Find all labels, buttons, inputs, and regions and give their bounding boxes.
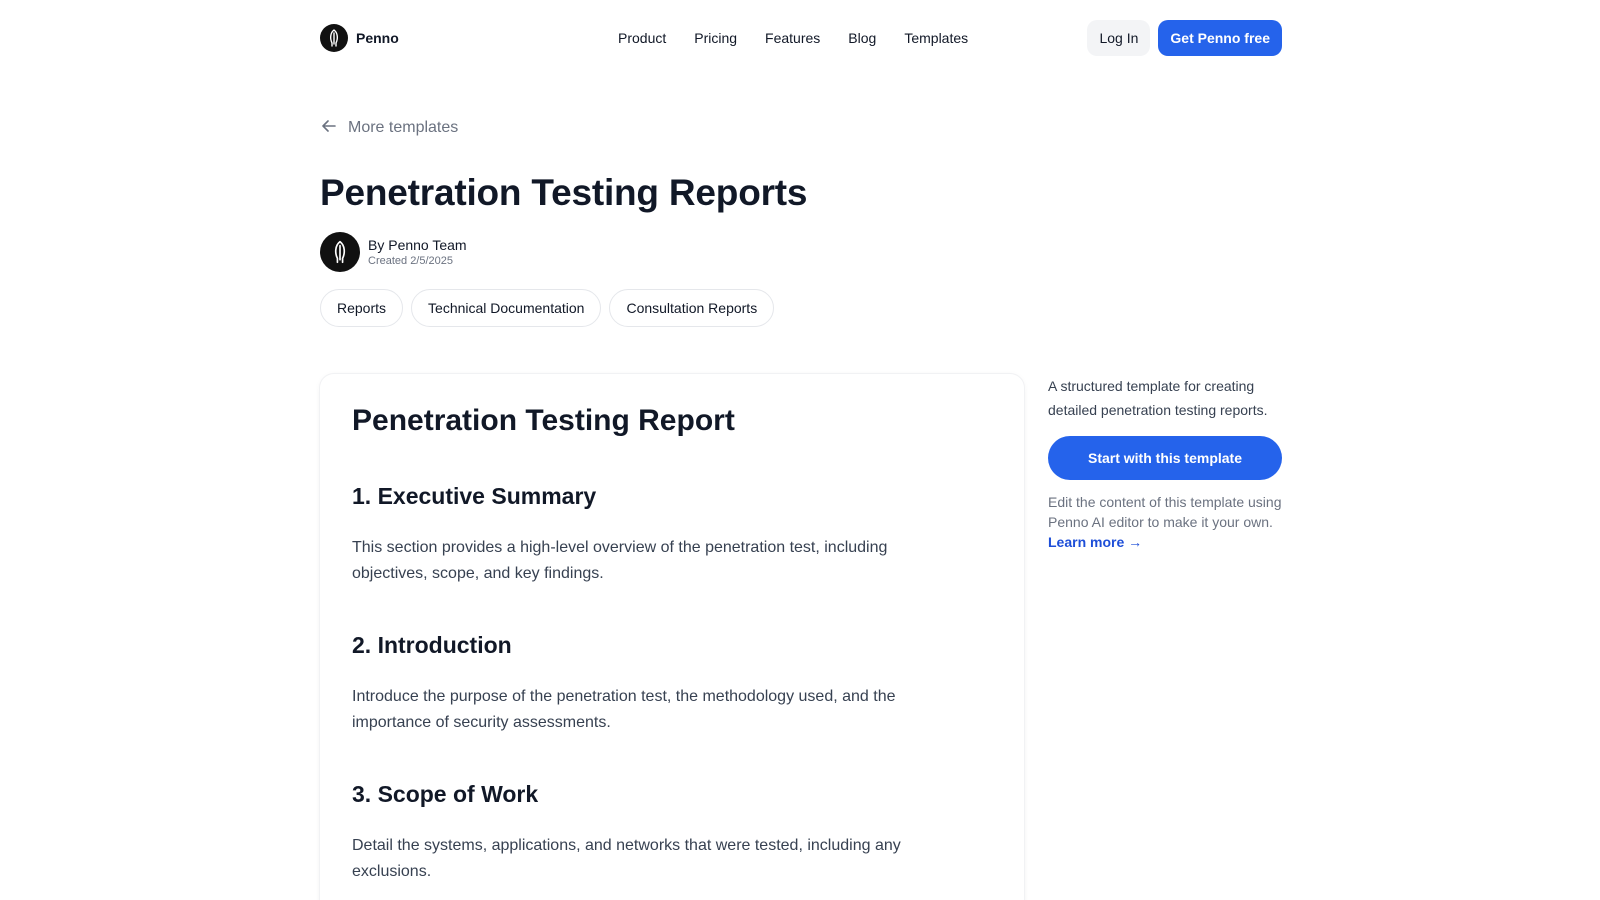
section-heading: 3. Scope of Work bbox=[352, 781, 539, 807]
learn-more-link[interactable]: Learn more → bbox=[1048, 534, 1142, 550]
nav-product[interactable]: Product bbox=[618, 30, 666, 46]
nav-features[interactable]: Features bbox=[765, 30, 820, 46]
header-actions: Log In Get Penno free bbox=[1087, 20, 1282, 56]
doc-title: Penetration Testing Report bbox=[352, 404, 735, 437]
author-text: By Penno Team Created 2/5/2025 bbox=[368, 237, 467, 267]
arrow-left-icon bbox=[320, 117, 338, 140]
brand-name: Penno bbox=[356, 30, 399, 46]
section-body: Detail the systems, applications, and ne… bbox=[352, 837, 901, 880]
author-info: By Penno Team Created 2/5/2025 bbox=[320, 232, 467, 272]
more-templates-label: More templates bbox=[348, 119, 459, 136]
template-description: A structured template for creating detai… bbox=[1048, 378, 1268, 418]
created-date: Created 2/5/2025 bbox=[368, 255, 454, 267]
tag-list: Reports Technical Documentation Consulta… bbox=[320, 289, 775, 327]
more-templates-link[interactable]: More templates bbox=[320, 116, 458, 140]
nav-blog[interactable]: Blog bbox=[848, 30, 876, 46]
nav-pricing[interactable]: Pricing bbox=[694, 30, 737, 46]
start-with-template-button[interactable]: Start with this template bbox=[1048, 436, 1282, 480]
template-sidebar: A structured template for creating detai… bbox=[1048, 374, 1282, 552]
tag-reports[interactable]: Reports bbox=[320, 289, 404, 327]
author-name: By Penno Team bbox=[368, 237, 467, 253]
section-heading: 2. Introduction bbox=[352, 632, 512, 658]
get-penno-free-button[interactable]: Get Penno free bbox=[1158, 20, 1282, 56]
section-heading: 1. Executive Summary bbox=[352, 483, 597, 509]
tag-consultation-reports[interactable]: Consultation Reports bbox=[609, 289, 775, 327]
main-nav: Product Pricing Features Blog Templates bbox=[618, 20, 968, 56]
login-button[interactable]: Log In bbox=[1087, 20, 1151, 56]
author-avatar bbox=[320, 232, 360, 272]
section-body: Introduce the purpose of the penetration… bbox=[352, 688, 896, 731]
nav-templates[interactable]: Templates bbox=[904, 30, 968, 46]
page: Penno Product Pricing Features Blog Temp… bbox=[0, 0, 1600, 900]
editor-note: Edit the content of this template using … bbox=[1048, 492, 1282, 552]
section-body: This section provides a high-level overv… bbox=[352, 539, 888, 582]
tag-technical-documentation[interactable]: Technical Documentation bbox=[411, 289, 602, 327]
page-title: Penetration Testing Reports bbox=[320, 172, 808, 213]
site-header: Penno Product Pricing Features Blog Temp… bbox=[320, 20, 1282, 56]
editor-note-text: Edit the content of this template using … bbox=[1048, 494, 1282, 530]
brand-link[interactable]: Penno bbox=[320, 24, 399, 52]
feather-logo-icon bbox=[320, 24, 348, 52]
template-preview-card: Penetration Testing Report 1. Executive … bbox=[320, 374, 1024, 900]
